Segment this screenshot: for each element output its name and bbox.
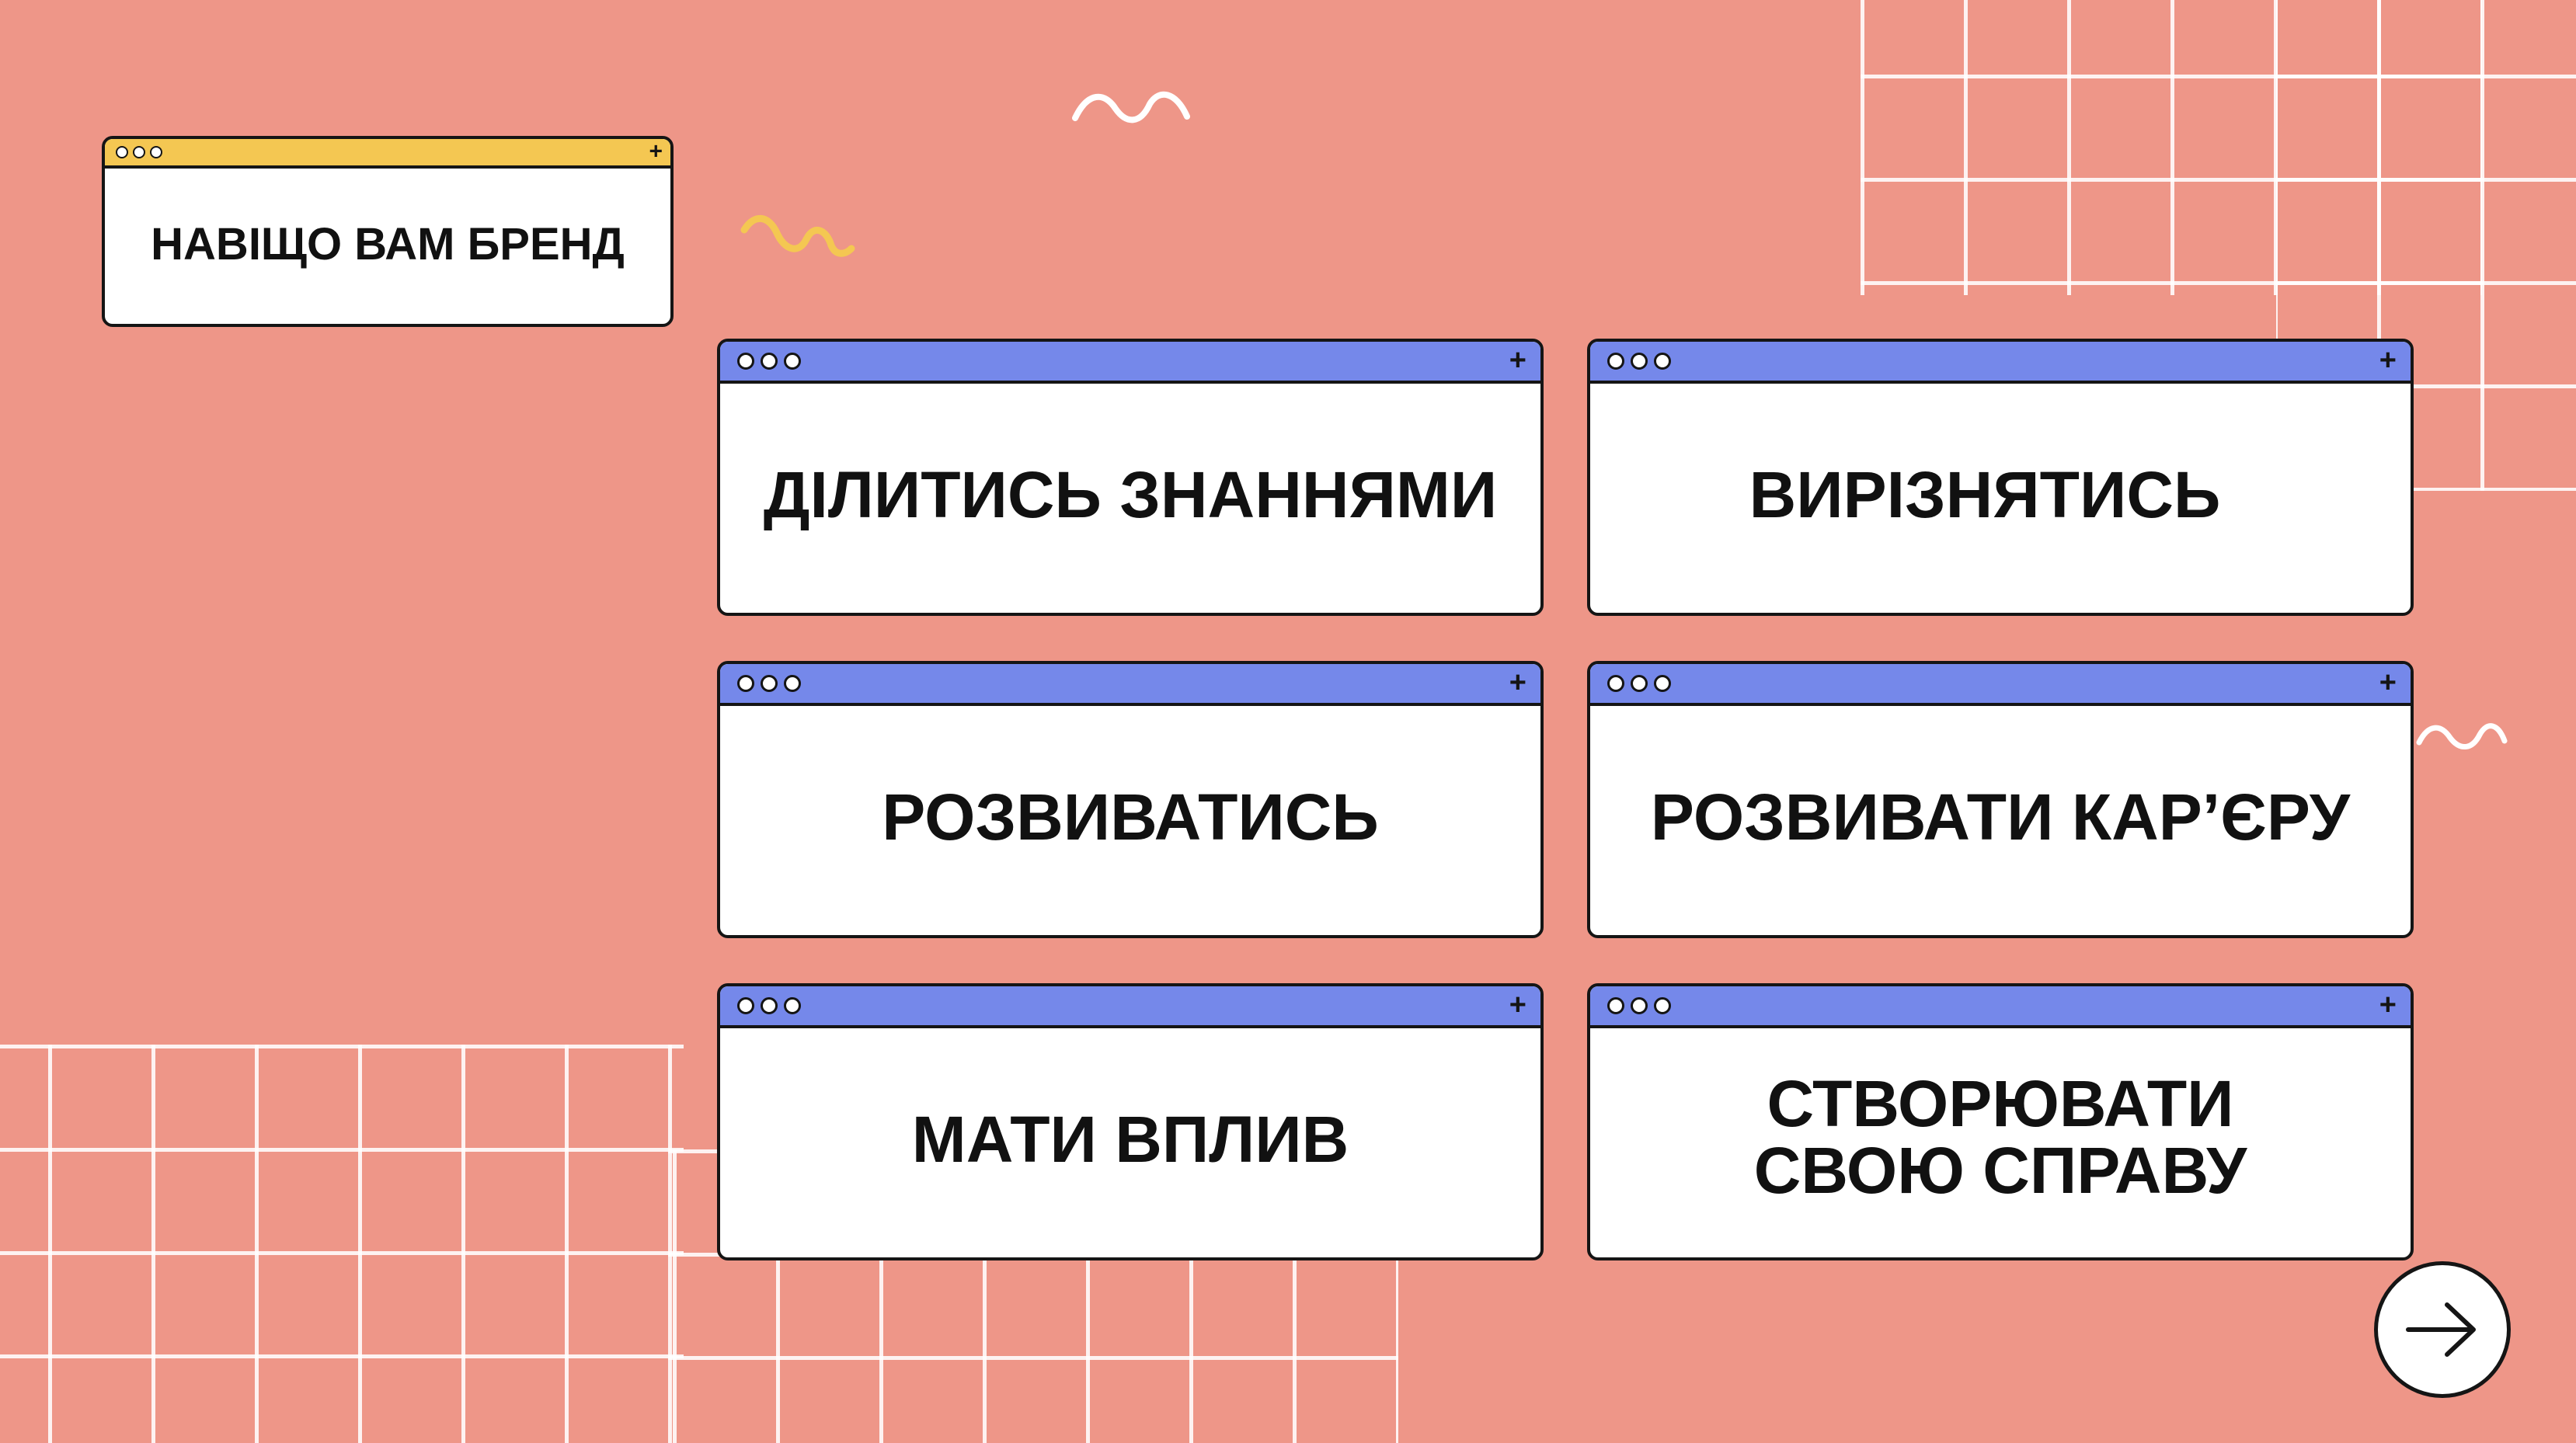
- card-label: РОЗВИВАТИ КАР’ЄРУ: [1650, 780, 2351, 854]
- card-develop-career[interactable]: + РОЗВИВАТИ КАР’ЄРУ: [1587, 661, 2414, 938]
- card-title-bar: +: [1590, 986, 2411, 1028]
- card-have-influence[interactable]: + МАТИ ВПЛИВ: [717, 983, 1544, 1260]
- card-share-knowledge[interactable]: + ДІЛИТИСЬ ЗНАННЯМИ: [717, 339, 1544, 616]
- card-label: СТВОРЮВАТИ СВОЮ СПРАВУ: [1753, 1066, 2247, 1207]
- card-label: ВИРІЗНЯТИСЬ: [1749, 457, 2221, 531]
- card-stand-out[interactable]: + ВИРІЗНЯТИСЬ: [1587, 339, 2414, 616]
- card-title-bar: +: [720, 342, 1540, 384]
- plus-icon[interactable]: +: [1509, 990, 1526, 1020]
- card-label: ДІЛИТИСЬ ЗНАННЯМИ: [763, 457, 1498, 531]
- next-button[interactable]: [2374, 1261, 2511, 1398]
- title-window-bar: +: [105, 139, 670, 169]
- card-label: РОЗВИВАТИСЬ: [882, 780, 1379, 854]
- plus-icon[interactable]: +: [2379, 990, 2397, 1020]
- card-title-bar: +: [720, 986, 1540, 1028]
- three-dots-icon: [737, 353, 801, 370]
- card-title-bar: +: [720, 664, 1540, 706]
- card-create-business[interactable]: + СТВОРЮВАТИ СВОЮ СПРАВУ: [1587, 983, 2414, 1260]
- arrow-right-icon: [2406, 1302, 2476, 1357]
- plus-icon[interactable]: +: [1509, 346, 1526, 375]
- squiggle-yellow: [740, 214, 855, 257]
- card-label: МАТИ ВПЛИВ: [911, 1102, 1349, 1176]
- plus-icon: +: [649, 138, 663, 165]
- three-dots-icon: [1607, 353, 1671, 370]
- plus-icon[interactable]: +: [1509, 668, 1526, 697]
- card-develop[interactable]: + РОЗВИВАТИСЬ: [717, 661, 1544, 938]
- three-dots-icon: [1607, 997, 1671, 1014]
- page-title: НАВІЩО ВАМ БРЕНД: [151, 218, 625, 269]
- three-dots-icon: [1607, 675, 1671, 692]
- three-dots-icon: [116, 146, 162, 158]
- plus-icon[interactable]: +: [2379, 668, 2397, 697]
- plus-icon[interactable]: +: [2379, 346, 2397, 375]
- background-grid-bottom-left: [0, 1045, 684, 1443]
- squiggle-white-top: [1072, 91, 1190, 123]
- card-title-bar: +: [1590, 664, 2411, 706]
- three-dots-icon: [737, 675, 801, 692]
- three-dots-icon: [737, 997, 801, 1014]
- title-window: + НАВІЩО ВАМ БРЕНД: [102, 136, 674, 327]
- card-title-bar: +: [1590, 342, 2411, 384]
- squiggle-white-right: [2416, 723, 2508, 749]
